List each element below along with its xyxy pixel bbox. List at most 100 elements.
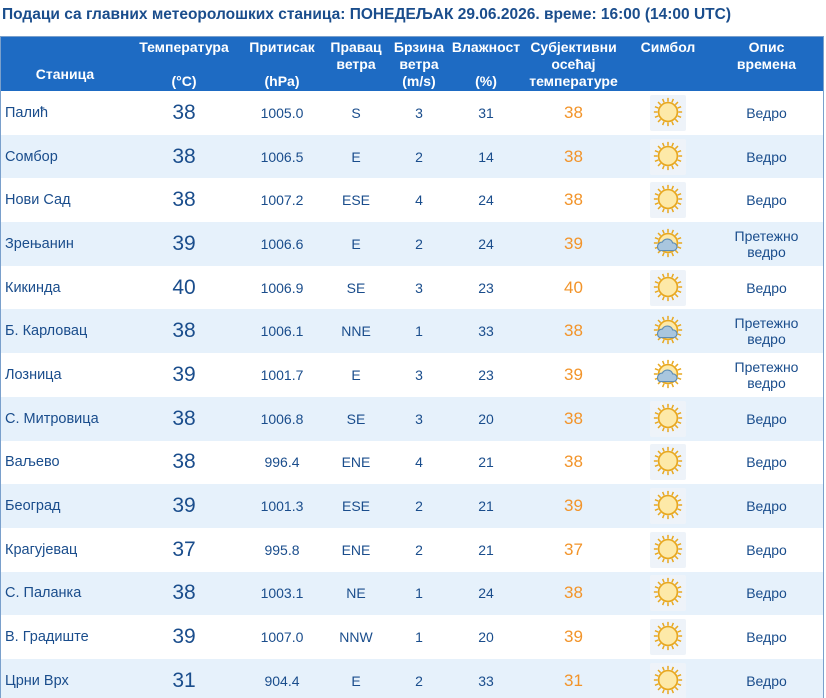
weather-description: Претежно ведро bbox=[710, 222, 823, 266]
description-line: Ведро bbox=[746, 279, 787, 296]
station-name: Црни Врх bbox=[5, 672, 69, 689]
description-line: Ведро bbox=[746, 104, 787, 121]
feels-like-value: 38 bbox=[564, 102, 583, 122]
description-line: Претежно bbox=[734, 358, 799, 375]
temperature-value: 38 bbox=[172, 581, 196, 605]
symbol-cell bbox=[626, 484, 710, 528]
symbol-cell bbox=[626, 178, 710, 222]
wind-direction-value: SE bbox=[346, 279, 366, 296]
temperature-value: 38 bbox=[172, 188, 196, 212]
sun-icon bbox=[650, 269, 686, 306]
symbol-cell bbox=[626, 397, 710, 441]
temperature-value: 38 bbox=[172, 406, 196, 430]
temperature-value: 37 bbox=[172, 537, 196, 561]
weather-description: Претежно ведро bbox=[710, 353, 823, 397]
pressure-value: 1006.1 bbox=[260, 323, 304, 340]
description-line: Ведро bbox=[746, 454, 787, 471]
station-name: Зрењанин bbox=[5, 235, 74, 252]
feels-like-value: 39 bbox=[564, 364, 583, 384]
humidity-value: 23 bbox=[478, 366, 494, 383]
sun-cloud-icon bbox=[651, 227, 685, 261]
pressure-value: 904.4 bbox=[264, 672, 300, 689]
symbol-cell bbox=[626, 91, 710, 135]
station-name: Ваљево bbox=[5, 454, 60, 471]
wind-speed-value: 1 bbox=[415, 585, 423, 602]
description-line: Ведро bbox=[746, 585, 787, 602]
header-wind-speed: Брзина ветра (m/s) bbox=[393, 39, 445, 89]
station-name: Палић bbox=[5, 104, 49, 121]
sun-cloud-icon bbox=[651, 358, 685, 392]
station-name: С. Паланка bbox=[5, 585, 82, 602]
temperature-value: 38 bbox=[172, 319, 196, 343]
wind-direction-value: NNE bbox=[341, 323, 371, 340]
feels-like-value: 31 bbox=[564, 670, 583, 690]
humidity-value: 31 bbox=[478, 104, 494, 121]
sun-icon bbox=[650, 662, 686, 698]
sun-icon bbox=[650, 575, 686, 612]
wind-speed-value: 2 bbox=[415, 235, 423, 252]
station-name: Лозница bbox=[5, 366, 62, 383]
description-line: Ведро bbox=[746, 629, 787, 646]
sun-icon bbox=[650, 400, 686, 437]
symbol-cell bbox=[626, 135, 710, 179]
weather-description: Претежно ведро bbox=[710, 309, 823, 353]
weather-description: Ведро bbox=[710, 528, 823, 572]
weather-description: Ведро bbox=[710, 441, 823, 485]
pressure-value: 1006.8 bbox=[260, 410, 304, 427]
header-humidity: Влажност (%) bbox=[451, 39, 521, 89]
feels-like-value: 38 bbox=[564, 583, 583, 603]
wind-direction-value: E bbox=[351, 672, 361, 689]
humidity-value: 23 bbox=[478, 279, 494, 296]
wind-direction-value: S bbox=[351, 104, 361, 121]
temperature-value: 39 bbox=[172, 362, 196, 386]
pressure-value: 1007.2 bbox=[260, 192, 304, 209]
pressure-value: 1006.5 bbox=[260, 148, 304, 165]
wind-direction-value: SE bbox=[346, 410, 366, 427]
symbol-cell bbox=[626, 309, 710, 353]
pressure-value: 1006.6 bbox=[260, 235, 304, 252]
wind-speed-value: 2 bbox=[415, 498, 423, 515]
wind-speed-value: 4 bbox=[415, 192, 423, 209]
temperature-value: 39 bbox=[172, 625, 196, 649]
pressure-value: 996.4 bbox=[264, 454, 300, 471]
humidity-value: 24 bbox=[478, 192, 494, 209]
pressure-value: 1001.3 bbox=[260, 498, 304, 515]
table-row: Лозница 39 1001.7 E 3 23 39 Претежно ведро bbox=[1, 353, 823, 397]
description-line: Ведро bbox=[746, 410, 787, 427]
feels-like-value: 38 bbox=[564, 190, 583, 210]
stations-table-container: Станица Температура (°C) Притисак (hPa) Пр… bbox=[0, 36, 824, 698]
header-symbol: Симбол bbox=[640, 39, 696, 55]
wind-speed-value: 3 bbox=[415, 104, 423, 121]
humidity-value: 14 bbox=[478, 148, 494, 165]
table-row: Београд 39 1001.3 ESE 2 21 39 Ведро bbox=[1, 484, 823, 528]
header-temperature: Температура (°C) bbox=[139, 39, 229, 89]
station-name: Нови Сад bbox=[5, 192, 71, 209]
weather-description: Ведро bbox=[710, 572, 823, 616]
wind-direction-value: E bbox=[351, 366, 361, 383]
pressure-value: 1003.1 bbox=[260, 585, 304, 602]
description-line: Ведро bbox=[746, 148, 787, 165]
header-station: Станица bbox=[35, 66, 95, 82]
page-title: Подаци са главних метеоролошких станица:… bbox=[2, 6, 731, 23]
wind-speed-value: 3 bbox=[415, 366, 423, 383]
temperature-value: 38 bbox=[172, 144, 196, 168]
feels-like-value: 38 bbox=[564, 146, 583, 166]
table-header-row: Станица Температура (°C) Притисак (hPa) Пр… bbox=[1, 37, 823, 91]
feels-like-value: 39 bbox=[564, 627, 583, 647]
sun-cloud-icon bbox=[651, 314, 685, 348]
description-line: Ведро bbox=[746, 192, 787, 209]
weather-description: Ведро bbox=[710, 659, 823, 698]
humidity-value: 33 bbox=[478, 323, 494, 340]
humidity-value: 20 bbox=[478, 410, 494, 427]
feels-like-value: 40 bbox=[564, 277, 583, 297]
weather-description: Ведро bbox=[710, 135, 823, 179]
humidity-value: 24 bbox=[478, 235, 494, 252]
station-name: Крагујевац bbox=[5, 541, 78, 558]
sun-icon bbox=[650, 94, 686, 131]
pressure-value: 1005.0 bbox=[260, 104, 304, 121]
weather-description: Ведро bbox=[710, 178, 823, 222]
description-line: Ведро bbox=[746, 541, 787, 558]
table-row: Зрењанин 39 1006.6 E 2 24 39 Претежно ведро bbox=[1, 222, 823, 266]
wind-speed-value: 2 bbox=[415, 541, 423, 558]
temperature-value: 40 bbox=[172, 275, 196, 299]
